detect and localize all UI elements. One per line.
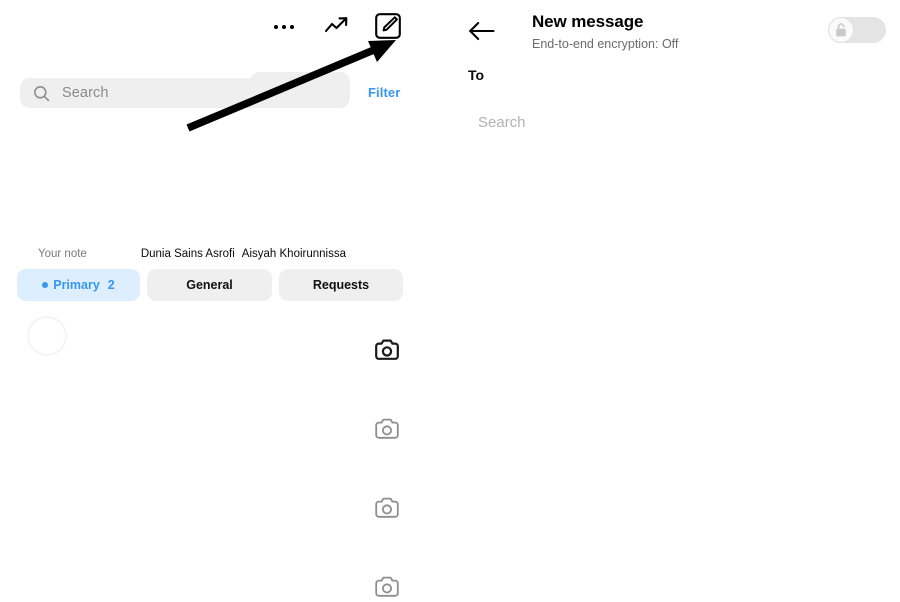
back-arrow-icon[interactable] <box>465 17 499 45</box>
tab-primary-count: 2 <box>107 278 115 292</box>
camera-icon[interactable] <box>372 493 402 523</box>
note-author-name[interactable]: Aisyah Khoirunnissa <box>242 248 346 260</box>
inbox-search-row: Search Filter <box>0 68 430 116</box>
notes-row: Your note Dunia Sains Asrofi Aisyah Khoi… <box>0 244 430 264</box>
recipient-search-input[interactable] <box>478 110 868 134</box>
search-magnifier-icon <box>32 84 50 102</box>
camera-icon[interactable] <box>372 414 402 444</box>
ellipsis-horizontal-icon[interactable] <box>270 14 298 40</box>
ellipsis-dots <box>274 25 294 29</box>
inbox-tab-bar: Primary 2 General Requests <box>0 269 430 303</box>
filter-button[interactable]: Filter <box>368 85 400 100</box>
camera-glyph <box>375 576 399 597</box>
search-glyph <box>33 85 49 101</box>
search-input[interactable]: Search <box>20 78 350 108</box>
tab-primary[interactable]: Primary 2 <box>17 269 140 301</box>
camera-icon[interactable] <box>372 335 402 365</box>
encryption-status-text: End-to-end encryption: Off <box>532 37 679 51</box>
compose-glyph <box>375 13 401 39</box>
tab-requests-label: Requests <box>312 278 370 292</box>
tab-requests[interactable]: Requests <box>279 269 403 301</box>
inbox-toolbar <box>0 0 430 52</box>
tab-general-label: General <box>186 278 233 292</box>
camera-glyph <box>375 418 399 439</box>
tab-primary-label: Primary <box>53 278 100 292</box>
toggle-knob <box>828 17 854 43</box>
app-root: Search Filter Your note Dunia Sains Asro… <box>0 0 900 600</box>
camera-icon[interactable] <box>372 572 402 602</box>
compose-pencil-square-icon[interactable] <box>372 11 404 41</box>
avatar <box>27 316 67 356</box>
tab-general[interactable]: General <box>147 269 272 301</box>
new-message-panel: New message End-to-end encryption: Off T… <box>430 0 900 600</box>
search-placeholder-text: Search <box>62 85 109 101</box>
trending-up-arrow-icon[interactable] <box>322 12 352 40</box>
camera-glyph <box>375 339 399 360</box>
inbox-panel: Search Filter Your note Dunia Sains Asro… <box>0 0 430 600</box>
trending-up-arrow-glyph <box>324 17 348 33</box>
unread-dot-icon <box>42 282 49 288</box>
unlocked-padlock-icon <box>836 23 846 37</box>
page-title: New message <box>532 12 644 31</box>
encryption-toggle[interactable] <box>828 17 886 43</box>
back-arrow-glyph <box>469 21 495 41</box>
camera-glyph <box>375 497 399 518</box>
your-note-label[interactable]: Your note <box>38 248 87 260</box>
note-author-name[interactable]: Dunia Sains Asrofi <box>141 248 235 260</box>
to-field-label: To <box>468 67 485 83</box>
